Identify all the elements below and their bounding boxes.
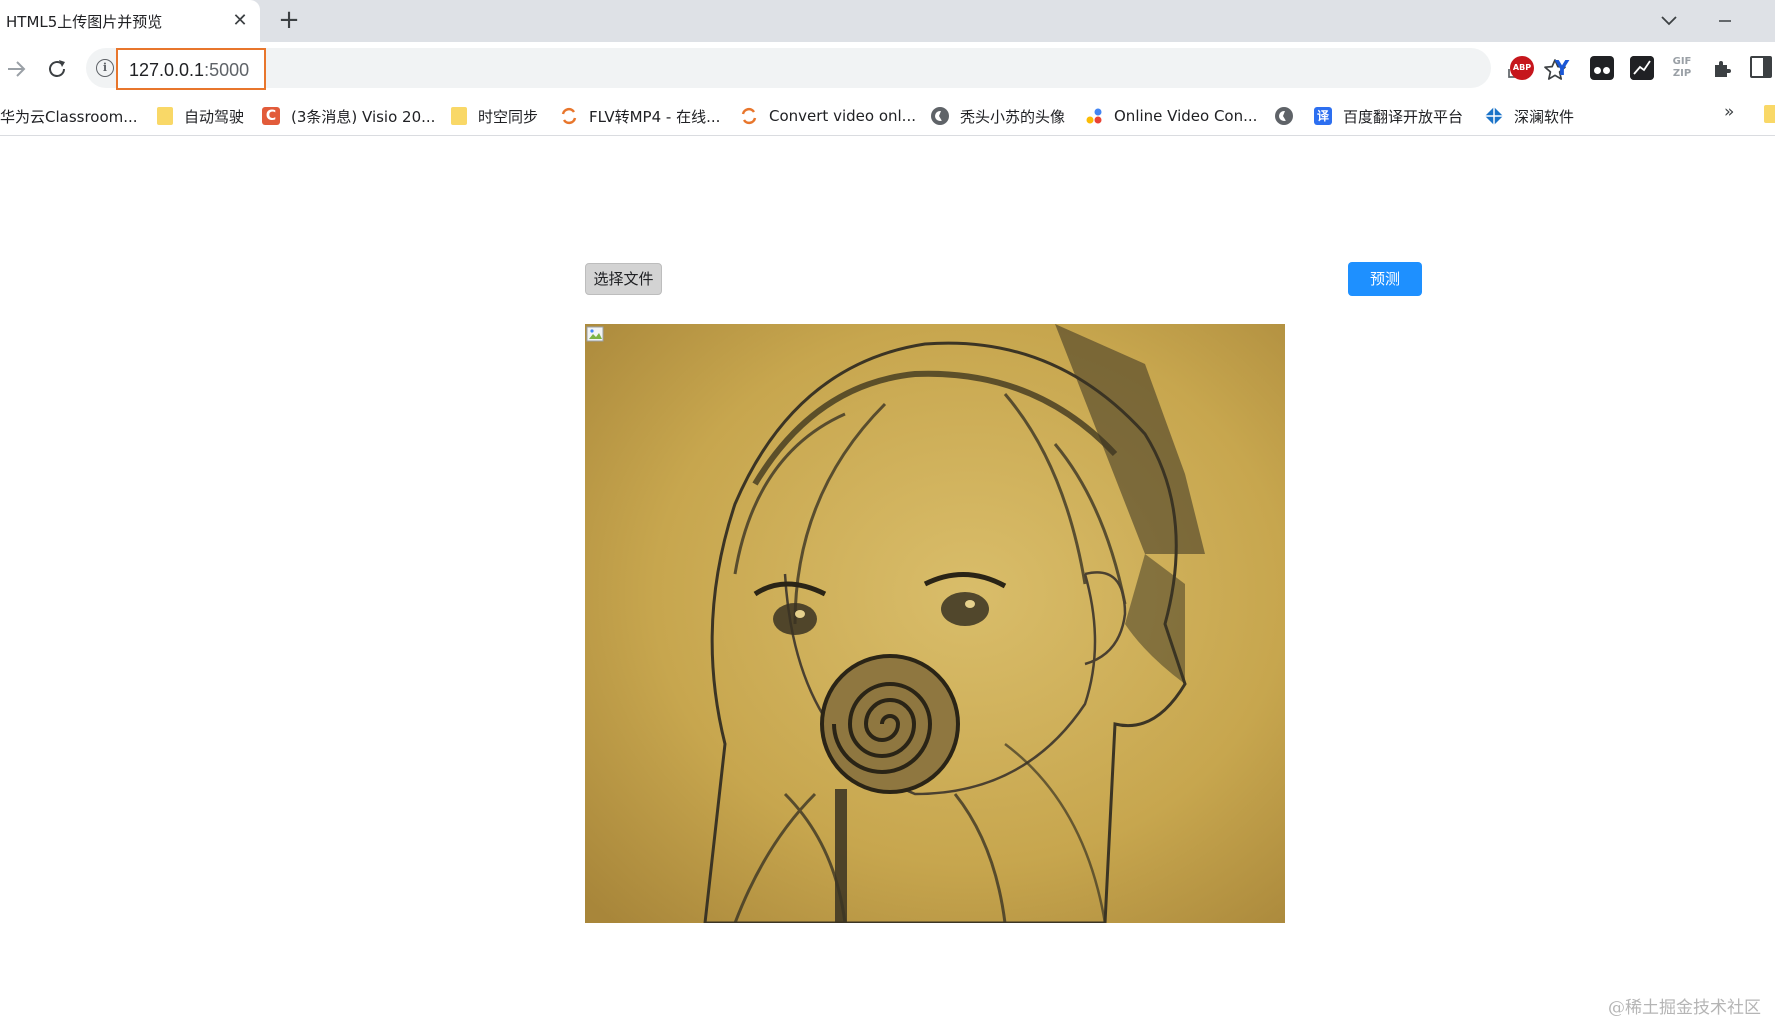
bookmark-item[interactable]: C (3条消息) Visio 20... <box>262 104 435 128</box>
folder-icon <box>451 107 467 125</box>
adblock-plus-icon[interactable]: ABP <box>1510 56 1534 80</box>
tab-close-icon[interactable]: ✕ <box>228 9 252 33</box>
gif-zip-extension-icon[interactable]: GIF ZIP <box>1670 56 1694 80</box>
bookmarks-overflow-chevron[interactable]: » <box>1724 102 1734 122</box>
tab-search-chevron-icon[interactable] <box>1656 8 1682 34</box>
bookmark-item[interactable] <box>1275 104 1304 128</box>
bookmark-item[interactable]: Online Video Con... <box>1085 104 1257 128</box>
site-info-icon[interactable]: i <box>96 59 114 77</box>
bookmark-folder[interactable]: 自动驾驶 <box>157 104 244 128</box>
predict-button[interactable]: 预测 <box>1348 262 1422 296</box>
bookmark-label: 百度翻译开放平台 <box>1343 107 1464 126</box>
broken-image-icon <box>586 326 604 342</box>
yoroi-extension-icon[interactable]: Y <box>1550 56 1574 80</box>
convert-icon <box>561 107 577 125</box>
tab-strip: HTML5上传图片并预览 ✕ + <box>0 0 1775 42</box>
bookmark-label: Online Video Con... <box>1114 107 1258 125</box>
url-host: 127.0.0.1 <box>129 60 205 80</box>
minimize-icon[interactable] <box>1712 8 1738 34</box>
bookmark-label: 华为云Classroom... <box>0 107 138 126</box>
watermark-text: @稀土掘金技术社区 <box>1608 998 1761 1018</box>
csdn-icon: C <box>262 107 280 125</box>
side-panel-icon[interactable] <box>1750 56 1772 78</box>
forward-arrow-icon[interactable] <box>4 56 30 82</box>
bookmark-folder[interactable]: 时空同步 <box>451 104 538 128</box>
bookmark-item[interactable]: 深澜软件 <box>1485 104 1574 128</box>
page-content: 选择文件 预测 @稀土掘金技术社区 <box>0 136 1775 1022</box>
browser-toolbar: i 127.0.0.1:5000 ABP Y GIF ZIP <box>0 42 1775 95</box>
choose-file-button[interactable]: 选择文件 <box>585 263 662 295</box>
srun-diamond-icon <box>1485 107 1503 125</box>
folder-icon <box>157 107 173 125</box>
bookmark-label: (3条消息) Visio 20... <box>291 107 436 126</box>
bookmarks-bar: 华为云Classroom... 自动驾驶 C (3条消息) Visio 20..… <box>0 95 1775 136</box>
url-port: :5000 <box>204 60 250 80</box>
bookmark-label: Convert video onl... <box>769 107 916 125</box>
bookmark-label: FLV转MP4 - 在线... <box>589 107 721 126</box>
address-bar[interactable]: i 127.0.0.1:5000 <box>86 48 1566 90</box>
bookmark-item[interactable]: 秃头小苏的头像 <box>931 104 1065 128</box>
bookmark-item[interactable]: 译 百度翻译开放平台 <box>1314 104 1463 128</box>
extensions-puzzle-icon[interactable] <box>1710 56 1734 80</box>
folder-icon[interactable] <box>1764 105 1775 123</box>
chart-extension-icon[interactable] <box>1630 56 1654 80</box>
tab-title: HTML5上传图片并预览 <box>6 13 163 31</box>
bookmark-label: 自动驾驶 <box>184 107 245 126</box>
bookmark-label: 时空同步 <box>478 107 539 126</box>
image-preview <box>585 324 1285 923</box>
bookmark-item[interactable]: Convert video onl... <box>740 104 916 128</box>
url-text: 127.0.0.1:5000 <box>129 60 249 81</box>
bookmark-label: 深澜软件 <box>1514 107 1575 126</box>
bookmark-item[interactable]: FLV转MP4 - 在线... <box>560 104 720 128</box>
url-highlight-box[interactable]: 127.0.0.1:5000 <box>116 48 266 90</box>
colored-dots-icon <box>1086 108 1102 124</box>
convert-icon <box>741 107 757 125</box>
translate-icon: 译 <box>1314 107 1332 125</box>
browser-tab[interactable]: HTML5上传图片并预览 ✕ <box>0 0 260 42</box>
new-tab-button[interactable]: + <box>275 7 303 35</box>
tampermonkey-icon[interactable] <box>1590 56 1614 80</box>
globe-icon <box>931 107 949 125</box>
bookmark-item[interactable]: 华为云Classroom... <box>0 104 138 128</box>
reload-icon[interactable] <box>44 56 70 82</box>
globe-icon <box>1275 107 1293 125</box>
bookmark-label: 秃头小苏的头像 <box>960 107 1066 126</box>
